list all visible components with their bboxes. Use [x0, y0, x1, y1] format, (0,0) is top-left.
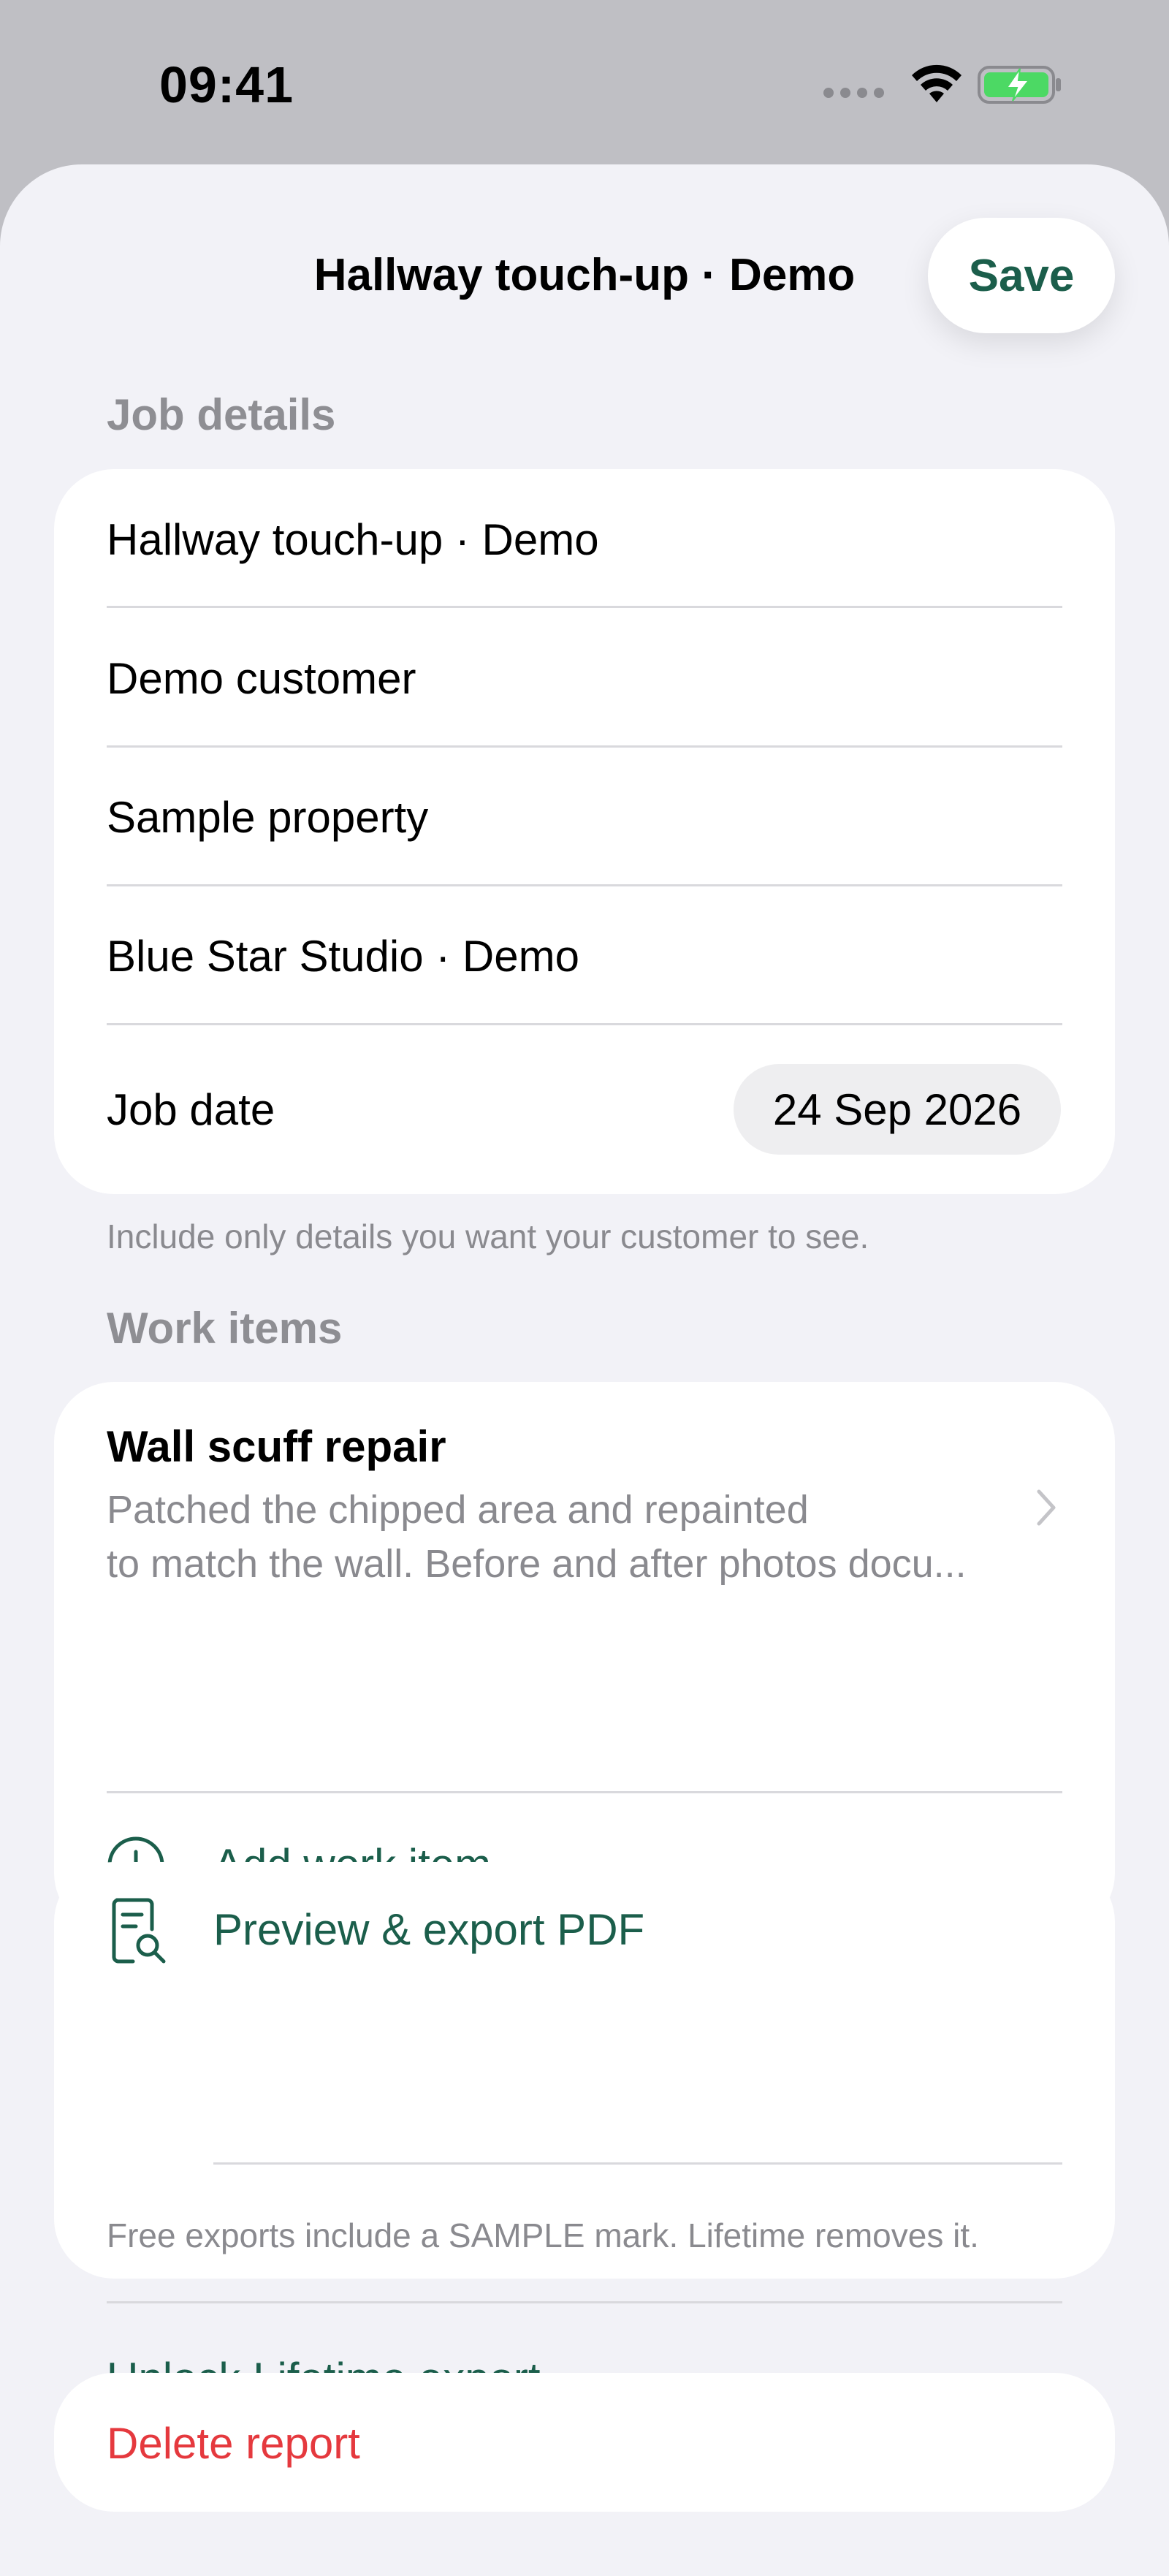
- wifi-icon: [912, 64, 962, 102]
- section-header-work-items: Work items: [107, 1304, 343, 1353]
- divider: [107, 745, 1062, 748]
- work-items-card: Wall scuff repair Patched the chipped ar…: [54, 1382, 1115, 1933]
- work-item-description-line: to match the wall. Before and after phot…: [107, 1542, 967, 1586]
- cellular-signal-icon: [823, 88, 884, 98]
- battery-charging-icon: [978, 66, 1061, 104]
- work-item-description: Patched the chipped area and repainted t…: [107, 1483, 1013, 1591]
- work-item-description-line: Patched the chipped area and repainted: [107, 1488, 809, 1532]
- save-button[interactable]: Save: [928, 218, 1115, 333]
- company-field[interactable]: Blue Star Studio · Demo: [107, 921, 1062, 991]
- delete-report-label: Delete report: [107, 2419, 360, 2468]
- status-icons: [823, 63, 1062, 107]
- customer-field[interactable]: Demo customer: [107, 643, 1062, 713]
- export-card: Preview & export PDF Free exports includ…: [54, 1862, 1115, 2403]
- section-header-job-details: Job details: [107, 390, 336, 439]
- document-search-icon: [112, 1898, 166, 1964]
- divider: [107, 2301, 1062, 2303]
- preview-export-pdf-label: Preview & export PDF: [213, 1905, 645, 1954]
- edit-report-sheet: Hallway touch-up · Demo Save Job details…: [0, 164, 1169, 2576]
- chevron-right-icon: [1037, 1489, 1056, 1526]
- job-title-value: Hallway touch-up · Demo: [107, 514, 599, 564]
- job-title-field[interactable]: Hallway touch-up · Demo: [107, 504, 1062, 574]
- property-value: Sample property: [107, 792, 429, 842]
- status-time: 09:41: [159, 56, 294, 113]
- work-item-title: Wall scuff repair: [107, 1422, 446, 1471]
- job-details-card: Hallway touch-up · Demo Demo customer Sa…: [54, 469, 1115, 1194]
- job-date-label: Job date: [107, 1084, 275, 1134]
- divider: [107, 1791, 1062, 1793]
- status-bar: 09:41: [0, 0, 1169, 164]
- customer-value: Demo customer: [107, 653, 416, 703]
- job-date-picker[interactable]: 24 Sep 2026: [734, 1064, 1061, 1155]
- delete-report-button[interactable]: Delete report: [54, 2373, 1115, 2512]
- divider: [107, 606, 1062, 608]
- preview-export-pdf-button[interactable]: Preview & export PDF: [54, 1862, 1115, 2001]
- company-value: Blue Star Studio · Demo: [107, 931, 579, 981]
- divider: [213, 2162, 1062, 2165]
- divider: [107, 1023, 1062, 1025]
- work-item-row[interactable]: Wall scuff repair Patched the chipped ar…: [54, 1382, 1115, 1630]
- export-note: Free exports include a SAMPLE mark. Life…: [107, 2216, 979, 2254]
- divider: [107, 884, 1062, 886]
- job-details-footnote: Include only details you want your custo…: [107, 1217, 869, 1255]
- property-field[interactable]: Sample property: [107, 782, 1062, 852]
